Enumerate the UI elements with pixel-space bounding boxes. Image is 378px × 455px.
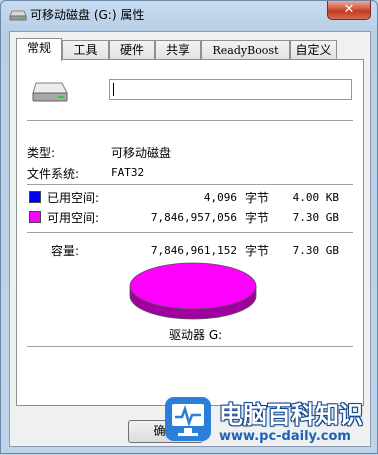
title-bar[interactable]: 可移动磁盘 (G:) 属性 ✕ bbox=[1, 1, 377, 31]
close-button[interactable]: ✕ bbox=[327, 1, 371, 20]
used-space-size: 4.00 KB bbox=[292, 191, 339, 204]
watermark-logo: 电脑百科知识 www.pc-daily.com bbox=[161, 389, 378, 455]
free-space-label: 可用空间: bbox=[47, 211, 100, 225]
dialog-body: 常规 工具 硬件 共享 ReadyBoost 自定义 类型: 可移动磁盘 文件系… bbox=[9, 31, 371, 447]
tab-sharing[interactable]: 共享 bbox=[155, 40, 201, 60]
free-space-unit: 字节 bbox=[245, 211, 270, 225]
pie-top bbox=[129, 262, 257, 310]
watermark-url: www.pc-daily.com bbox=[219, 429, 351, 444]
capacity-label: 容量: bbox=[51, 244, 80, 258]
drive-letter-label: 驱动器 G: bbox=[169, 328, 223, 342]
text-caret bbox=[113, 83, 114, 96]
separator bbox=[27, 232, 353, 233]
used-space-label: 已用空间: bbox=[47, 191, 100, 205]
used-space-bytes: 4,096 bbox=[203, 191, 237, 204]
free-space-size: 7.30 GB bbox=[292, 211, 339, 224]
tab-readyboost[interactable]: ReadyBoost bbox=[201, 40, 290, 60]
separator bbox=[27, 346, 353, 347]
separator bbox=[27, 120, 353, 121]
tab-tools[interactable]: 工具 bbox=[62, 40, 109, 60]
watermark-brand: 电脑百科知识 bbox=[219, 401, 363, 429]
drive-icon bbox=[9, 10, 27, 21]
capacity-size: 7.30 GB bbox=[292, 244, 339, 257]
properties-window: 可移动磁盘 (G:) 属性 ✕ 常规 工具 硬件 共享 ReadyBoost 自… bbox=[0, 0, 378, 454]
monitor-icon bbox=[165, 397, 211, 441]
capacity-unit: 字节 bbox=[245, 244, 270, 258]
separator bbox=[27, 184, 353, 185]
drive-name-input[interactable] bbox=[109, 79, 352, 100]
capacity-bytes: 7,846,961,152 bbox=[150, 244, 237, 257]
tab-strip: 常规 工具 硬件 共享 ReadyBoost 自定义 bbox=[16, 38, 364, 61]
tab-general[interactable]: 常规 bbox=[16, 38, 62, 61]
free-space-swatch bbox=[29, 211, 41, 223]
window-title: 可移动磁盘 (G:) 属性 bbox=[30, 8, 145, 22]
filesystem-value: FAT32 bbox=[111, 166, 145, 179]
tab-hardware[interactable]: 硬件 bbox=[109, 40, 155, 60]
free-space-bytes: 7,846,957,056 bbox=[150, 211, 237, 224]
general-tab-panel: 类型: 可移动磁盘 文件系统: FAT32 已用空间: 4,096 字节 4.0… bbox=[16, 59, 364, 406]
disk-usage-pie bbox=[129, 262, 257, 320]
tab-customize[interactable]: 自定义 bbox=[290, 40, 337, 60]
used-space-unit: 字节 bbox=[245, 191, 270, 205]
type-value: 可移动磁盘 bbox=[111, 146, 172, 160]
used-space-swatch bbox=[29, 191, 41, 203]
type-label: 类型: bbox=[27, 146, 56, 160]
removable-drive-icon bbox=[32, 82, 68, 102]
filesystem-label: 文件系统: bbox=[27, 167, 80, 181]
